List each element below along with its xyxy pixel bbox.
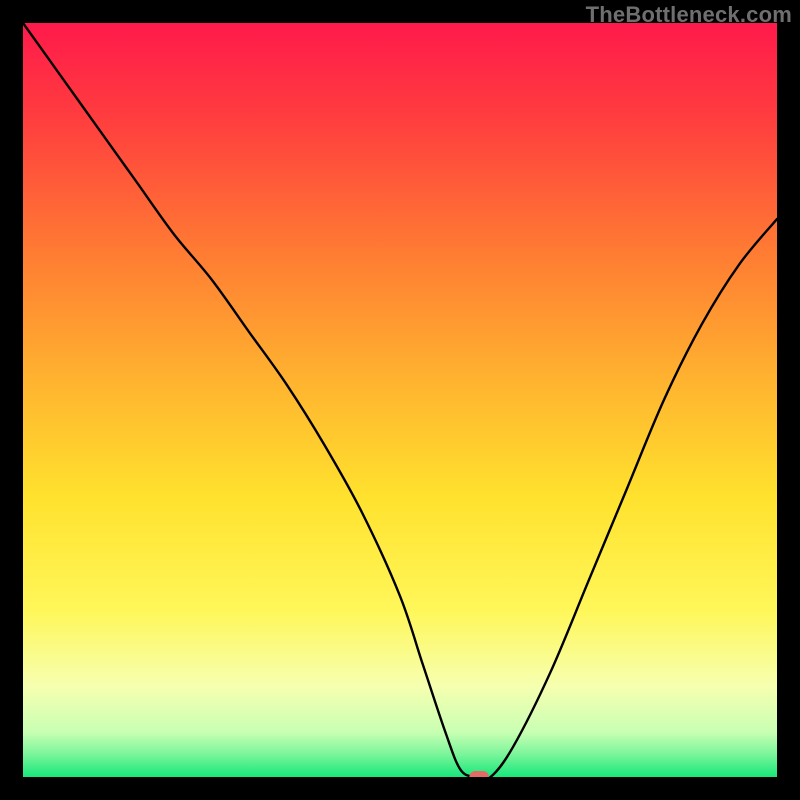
bottleneck-chart [23,23,777,777]
optimal-marker [469,771,489,777]
